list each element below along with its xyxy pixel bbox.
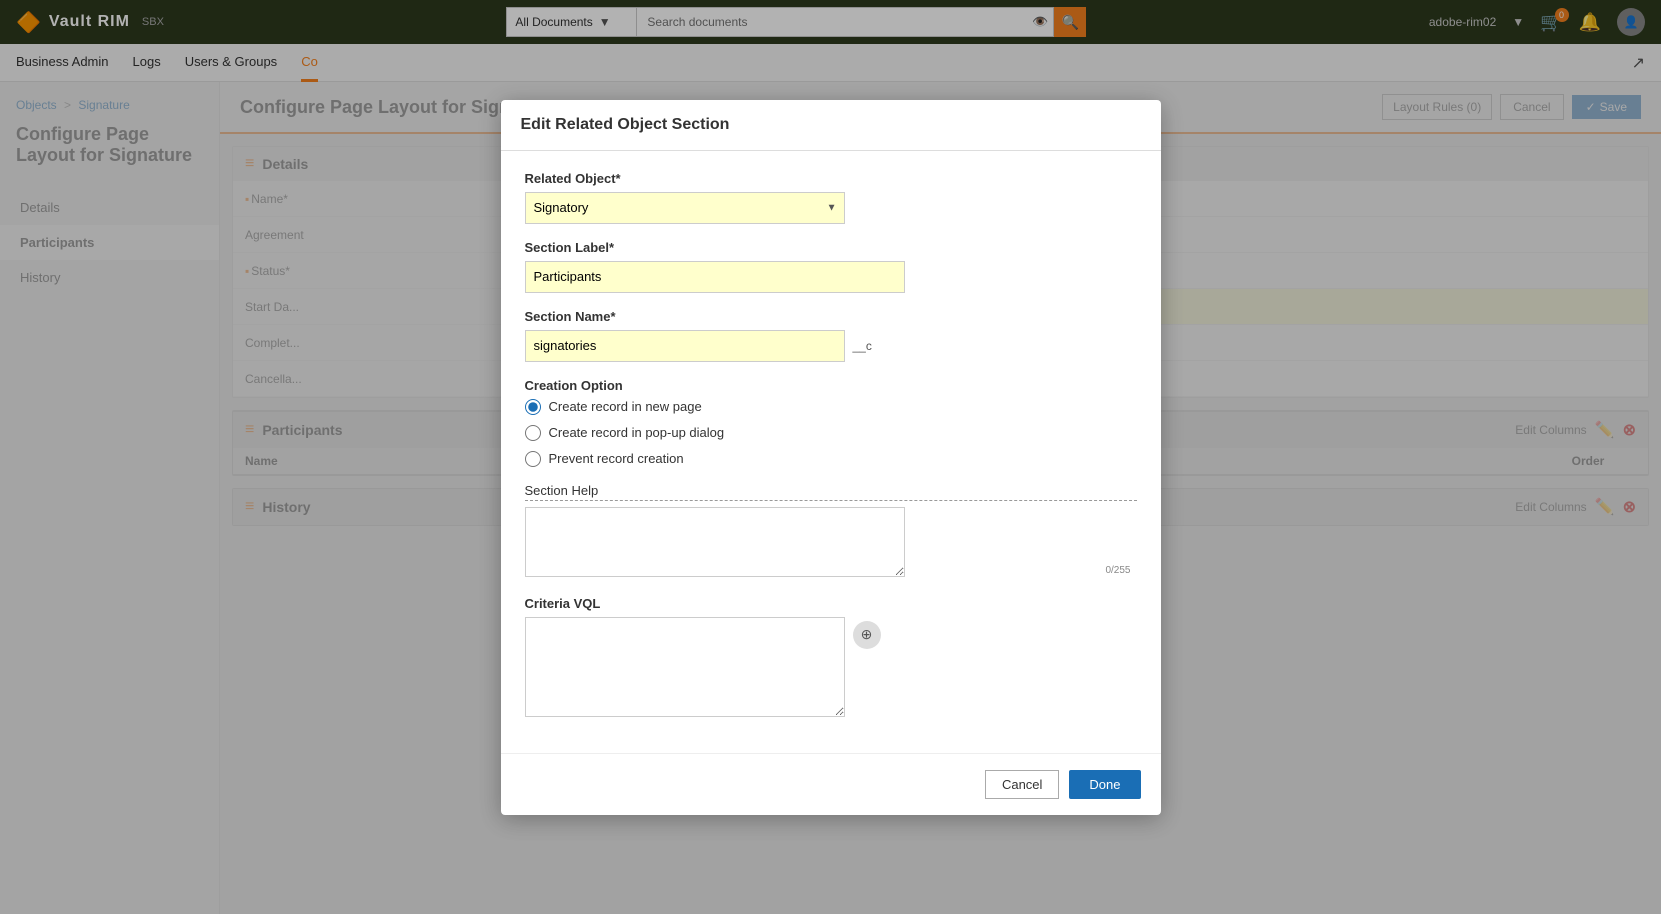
section-help-textarea-wrapper: 0/255 bbox=[525, 507, 1137, 580]
radio-prevent-label: Prevent record creation bbox=[549, 451, 684, 466]
form-group-section-label: Section Label* bbox=[525, 240, 1137, 293]
modal-cancel-button[interactable]: Cancel bbox=[985, 770, 1059, 799]
section-name-input-wrap: __c bbox=[525, 330, 1137, 362]
radio-popup[interactable]: Create record in pop-up dialog bbox=[525, 425, 1137, 441]
form-group-section-help: Section Help 0/255 bbox=[525, 483, 1137, 580]
section-help-label: Section Help bbox=[525, 483, 1137, 501]
radio-prevent[interactable]: Prevent record creation bbox=[525, 451, 1137, 467]
criteria-wrapper: ⊕ bbox=[525, 617, 1137, 717]
related-object-label: Related Object* bbox=[525, 171, 1137, 186]
form-group-creation-option: Creation Option Create record in new pag… bbox=[525, 378, 1137, 467]
form-group-section-name: Section Name* __c bbox=[525, 309, 1137, 362]
modal-title: Edit Related Object Section bbox=[521, 116, 730, 133]
modal-overlay: Edit Related Object Section Related Obje… bbox=[0, 0, 1661, 914]
modal-body: Related Object* Signatory Section Label*… bbox=[501, 151, 1161, 753]
criteria-helper-icon[interactable]: ⊕ bbox=[853, 621, 881, 649]
modal-done-button[interactable]: Done bbox=[1069, 770, 1140, 799]
criteria-vql-label: Criteria VQL bbox=[525, 596, 1137, 611]
modal-header: Edit Related Object Section bbox=[501, 100, 1161, 151]
radio-new-page-input[interactable] bbox=[525, 399, 541, 415]
radio-popup-input[interactable] bbox=[525, 425, 541, 441]
form-group-criteria-vql: Criteria VQL ⊕ bbox=[525, 596, 1137, 717]
creation-option-radio-group: Create record in new page Create record … bbox=[525, 399, 1137, 467]
section-name-suffix: __c bbox=[853, 339, 872, 353]
criteria-vql-textarea[interactable] bbox=[525, 617, 845, 717]
section-help-char-count: 0/255 bbox=[1105, 565, 1130, 576]
radio-prevent-input[interactable] bbox=[525, 451, 541, 467]
radio-new-page[interactable]: Create record in new page bbox=[525, 399, 1137, 415]
section-help-textarea[interactable] bbox=[525, 507, 905, 577]
radio-new-page-label: Create record in new page bbox=[549, 399, 702, 414]
section-label-label: Section Label* bbox=[525, 240, 1137, 255]
section-name-input[interactable] bbox=[525, 330, 845, 362]
section-name-label: Section Name* bbox=[525, 309, 1137, 324]
section-label-input[interactable] bbox=[525, 261, 905, 293]
radio-popup-label: Create record in pop-up dialog bbox=[549, 425, 725, 440]
modal-footer: Cancel Done bbox=[501, 753, 1161, 815]
related-object-select[interactable]: Signatory bbox=[525, 192, 845, 224]
creation-option-label: Creation Option bbox=[525, 378, 1137, 393]
modal-edit-related-object: Edit Related Object Section Related Obje… bbox=[501, 100, 1161, 815]
form-group-related-object: Related Object* Signatory bbox=[525, 171, 1137, 224]
select-wrapper: Signatory bbox=[525, 192, 845, 224]
